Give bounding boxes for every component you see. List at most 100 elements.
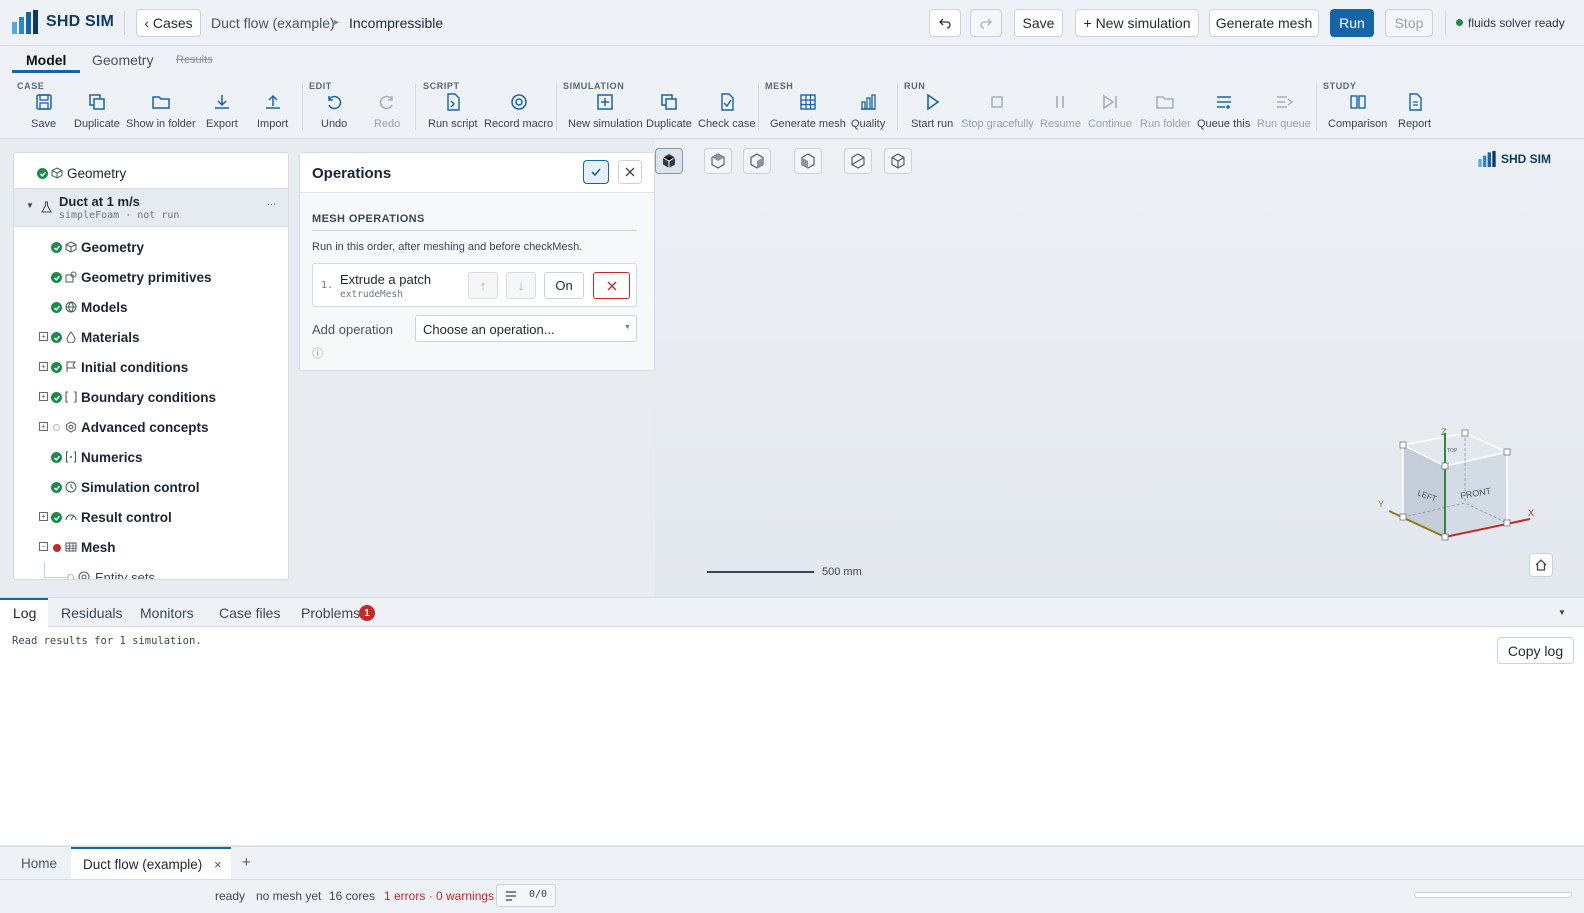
tree-item[interactable]: + Advanced concepts: [14, 412, 288, 442]
ribbon-label: Queue this: [1197, 118, 1251, 130]
run-button[interactable]: Run: [1330, 9, 1374, 37]
ribbon-stop-gracefully-button[interactable]: Stop gracefully: [961, 92, 1034, 130]
tree-item[interactable]: Numerics: [14, 442, 288, 472]
tree-item[interactable]: + Result control: [14, 502, 288, 532]
view-section-button[interactable]: [844, 148, 872, 174]
copy-log-button[interactable]: Copy log: [1497, 637, 1574, 664]
ribbon-duplicate-sim-button[interactable]: Duplicate: [646, 92, 692, 130]
ribbon-continue-button[interactable]: Continue: [1088, 92, 1132, 130]
ribbon-quality-button[interactable]: Quality: [851, 92, 885, 130]
tree-item[interactable]: Entity sets: [14, 562, 288, 579]
redo-icon: [980, 18, 992, 29]
ribbon-check-case-button[interactable]: Check case: [698, 92, 755, 130]
ribbon-run-script-button[interactable]: Run script: [428, 92, 478, 130]
expand-icon[interactable]: +: [39, 392, 48, 401]
home-view-button[interactable]: [1529, 553, 1553, 577]
file-tab-active[interactable]: Duct flow (example) ×: [71, 847, 231, 880]
expand-icon[interactable]: +: [39, 332, 48, 341]
redo-button[interactable]: [970, 9, 1002, 37]
orientation-cube[interactable]: Z X Y LEFT FRONT TOP: [1375, 425, 1540, 550]
ribbon-export-button[interactable]: Export: [206, 92, 238, 130]
ribbon-report-button[interactable]: Report: [1398, 92, 1431, 130]
tree-item[interactable]: Simulation control: [14, 472, 288, 502]
undo-button[interactable]: [929, 9, 961, 37]
view-front-button[interactable]: [743, 148, 771, 174]
ribbon-save-button[interactable]: Save: [31, 92, 56, 130]
close-tab-icon[interactable]: ×: [214, 857, 222, 872]
tree-item[interactable]: Geometry: [14, 232, 288, 262]
ribbon-undo-button[interactable]: Undo: [321, 92, 347, 130]
cases-button[interactable]: ‹ Cases: [136, 9, 201, 37]
ribbon-run-folder-button[interactable]: Run folder: [1140, 92, 1191, 130]
tab-log[interactable]: Log: [13, 605, 36, 621]
breadcrumb-case[interactable]: Duct flow (example): [211, 15, 335, 31]
info-icon[interactable]: ⓘ: [312, 345, 323, 361]
ribbon-generate-mesh-button[interactable]: Generate mesh: [770, 92, 846, 130]
breadcrumb-current[interactable]: Incompressible: [349, 15, 443, 31]
tab-geometry[interactable]: Geometry: [92, 52, 153, 68]
add-operation-select[interactable]: Choose an operation... ▼: [415, 315, 637, 342]
status-mesh: no mesh yet: [256, 889, 322, 903]
status-problems[interactable]: 1 errors · 0 warnings: [384, 889, 494, 903]
stop-button[interactable]: Stop: [1385, 9, 1433, 37]
move-down-button[interactable]: ↓: [506, 272, 536, 299]
ribbon-duplicate-button[interactable]: Duplicate: [74, 92, 120, 130]
ribbon-show-folder-button[interactable]: Show in folder: [126, 92, 196, 130]
duplicate-icon: [661, 94, 677, 110]
tree-item-geometry-root[interactable]: Geometry: [14, 158, 288, 188]
tree-item[interactable]: + Materials: [14, 322, 288, 352]
collapse-panel-icon[interactable]: ▼: [1558, 608, 1566, 617]
ribbon-label: Import: [257, 118, 289, 130]
tab-monitors[interactable]: Monitors: [140, 605, 194, 621]
status-ok-icon: [51, 242, 62, 253]
save-button[interactable]: Save: [1014, 9, 1063, 37]
tree-label: Result control: [81, 509, 172, 525]
tree-item[interactable]: Geometry primitives: [14, 262, 288, 292]
more-options-icon[interactable]: ···: [267, 199, 276, 209]
tree-item[interactable]: − Mesh: [14, 532, 288, 562]
file-tab-home[interactable]: Home: [21, 856, 57, 871]
view-top-button[interactable]: [704, 148, 732, 174]
ribbon-queue-this-button[interactable]: Queue this: [1197, 92, 1250, 130]
view-iso-button[interactable]: [655, 148, 683, 174]
axis-z-label: Z: [1441, 427, 1447, 437]
chevron-down-icon: ▼: [624, 324, 631, 331]
close-panel-button[interactable]: [618, 160, 642, 184]
delete-operation-button[interactable]: [593, 272, 630, 299]
tab-results[interactable]: Results: [176, 54, 213, 66]
tree-item[interactable]: + Boundary conditions: [14, 382, 288, 412]
job-counter[interactable]: 0/0: [496, 884, 556, 907]
tab-case-files[interactable]: Case files: [219, 605, 280, 621]
view-wireframe-button[interactable]: [884, 148, 912, 174]
tab-residuals[interactable]: Residuals: [61, 605, 122, 621]
ribbon-record-macro-button[interactable]: Record macro: [484, 92, 553, 130]
view-side-button[interactable]: [794, 148, 822, 174]
redo-icon: [379, 95, 393, 110]
move-up-button[interactable]: ↑: [468, 272, 498, 299]
new-simulation-button[interactable]: + New simulation: [1075, 9, 1199, 37]
expand-icon[interactable]: +: [39, 422, 48, 431]
toggle-on-button[interactable]: On: [544, 272, 584, 299]
expand-icon[interactable]: +: [39, 362, 48, 371]
tree-item[interactable]: Models: [14, 292, 288, 322]
ribbon-run-queue-button[interactable]: Run queue: [1257, 92, 1311, 130]
expand-icon[interactable]: +: [39, 512, 48, 521]
tab-model[interactable]: Model: [26, 52, 66, 68]
ribbon-resume-button[interactable]: Resume: [1040, 92, 1081, 130]
tree-simulation-row[interactable]: ▼ Duct at 1 m/s simpleFoam · not run ···: [14, 188, 288, 227]
collapse-icon[interactable]: −: [39, 542, 48, 551]
ribbon-comparison-button[interactable]: Comparison: [1328, 92, 1387, 130]
cube-face-top[interactable]: TOP: [1447, 448, 1458, 454]
tree-item[interactable]: + Initial conditions: [14, 352, 288, 382]
tab-problems[interactable]: Problems: [301, 605, 360, 621]
breadcrumb-separator-icon: ▸: [334, 17, 340, 28]
apply-button[interactable]: [583, 160, 609, 184]
new-tab-button[interactable]: +: [242, 854, 251, 871]
ribbon-redo-button[interactable]: Redo: [374, 92, 400, 130]
status-none-icon: [67, 574, 74, 579]
ribbon-label: Continue: [1088, 118, 1133, 130]
ribbon-start-run-button[interactable]: Start run: [911, 92, 953, 130]
ribbon-import-button[interactable]: Import: [257, 92, 288, 130]
generate-mesh-button[interactable]: Generate mesh: [1209, 9, 1319, 37]
ribbon-new-simulation-button[interactable]: New simulation: [568, 92, 643, 130]
